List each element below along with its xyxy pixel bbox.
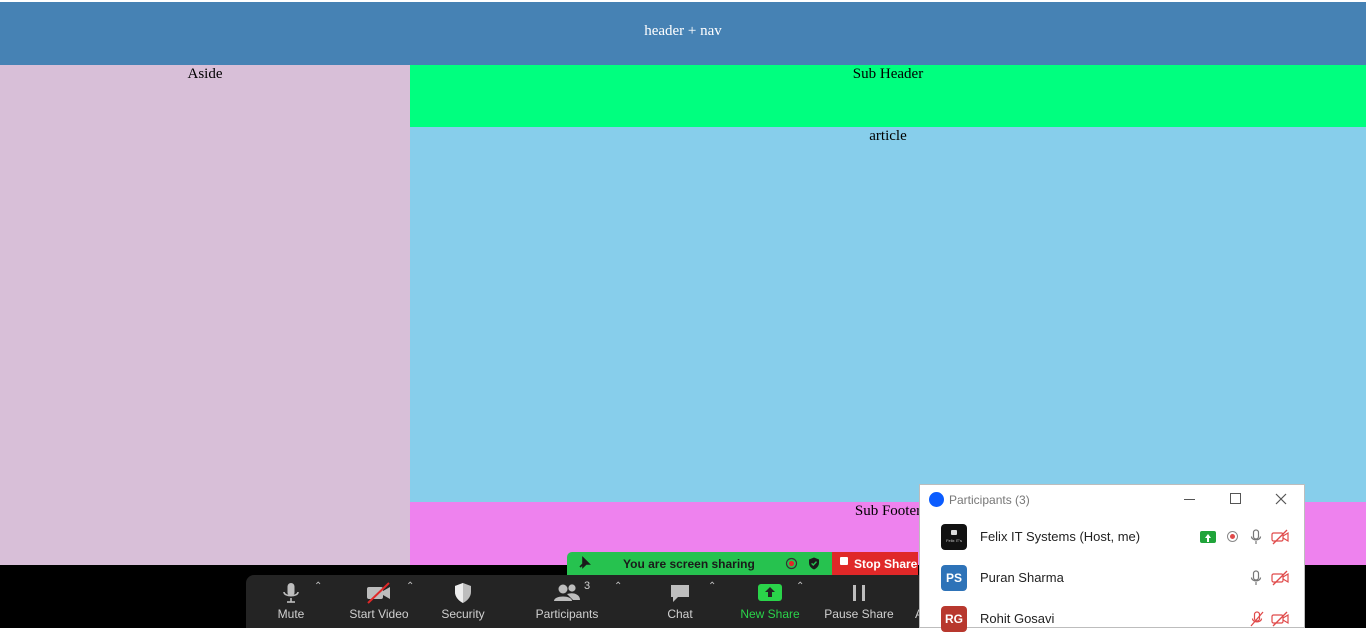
security-label: Security (441, 607, 485, 621)
new-share-button[interactable]: New Share (738, 575, 802, 628)
sharing-icon (1200, 531, 1216, 543)
felix-logo-icon (951, 530, 957, 535)
video-off-icon[interactable] (1271, 611, 1289, 632)
chevron-up-icon[interactable]: ⌃ (406, 581, 414, 592)
close-icon[interactable] (1275, 492, 1287, 510)
zoom-logo-icon (929, 492, 944, 507)
article: article (410, 127, 1366, 502)
avatar: PS (941, 565, 967, 591)
stop-share-label: Stop Share (854, 557, 918, 571)
record-icon[interactable] (785, 557, 798, 573)
video-off-icon (346, 581, 412, 605)
chat-icon (656, 581, 704, 605)
participant-name: Puran Sharma (980, 570, 1064, 585)
microphone-icon (266, 581, 316, 605)
chevron-up-icon[interactable]: ⌃ (314, 581, 322, 592)
chat-button[interactable]: Chat (656, 575, 704, 628)
pause-share-button[interactable]: Pause Share (824, 575, 894, 628)
participants-panel-title: Participants (3) (949, 493, 1030, 507)
mute-button[interactable]: Mute (266, 575, 316, 628)
share-up-icon (738, 581, 802, 605)
participant-row[interactable]: RG Rohit Gosavi (920, 599, 1304, 639)
avatar: RG (941, 606, 967, 632)
pin-icon[interactable] (577, 556, 591, 573)
aside: Aside (0, 65, 410, 565)
participant-name: Rohit Gosavi (980, 611, 1055, 626)
stop-share-button[interactable]: Stop Share (832, 552, 918, 575)
participants-button[interactable]: Participants (532, 575, 602, 628)
video-off-icon[interactable] (1271, 529, 1289, 550)
start-video-button[interactable]: Start Video (346, 575, 412, 628)
header-nav: header + nav (0, 2, 1366, 65)
participant-name: Felix IT Systems (Host, me) (980, 529, 1141, 544)
meeting-toolbar: Mute ⌃ Start Video ⌃ Security Participan… (246, 575, 926, 628)
participant-row[interactable]: PS Puran Sharma (920, 558, 1304, 598)
screen-sharing-banner[interactable]: You are screen sharing (567, 552, 832, 575)
chevron-up-icon[interactable]: ⌃ (614, 581, 622, 592)
participant-row[interactable]: Felix IT's Felix IT Systems (Host, me) (920, 517, 1304, 557)
stop-icon (840, 557, 848, 565)
participants-count: 3 (584, 580, 591, 592)
participants-icon (532, 581, 602, 605)
chevron-up-icon[interactable]: ⌃ (796, 581, 804, 592)
shield-icon (436, 581, 490, 605)
sub-header: Sub Header (410, 65, 1366, 127)
new-share-label: New Share (740, 607, 800, 621)
microphone-icon[interactable] (1250, 529, 1262, 550)
maximize-icon[interactable] (1230, 493, 1241, 504)
microphone-muted-icon[interactable] (1250, 611, 1264, 632)
participants-label: Participants (535, 607, 599, 621)
microphone-icon[interactable] (1250, 570, 1262, 591)
video-off-icon[interactable] (1271, 570, 1289, 591)
pause-share-label: Pause Share (824, 607, 894, 621)
chevron-up-icon[interactable]: ⌃ (708, 581, 716, 592)
avatar: Felix IT's (941, 524, 967, 550)
record-icon (1226, 530, 1239, 548)
pause-icon (824, 581, 894, 605)
start-video-label: Start Video (349, 607, 409, 621)
shield-icon[interactable] (808, 557, 820, 573)
screen-sharing-status: You are screen sharing (623, 557, 755, 571)
mute-label: Mute (277, 607, 305, 621)
minimize-icon[interactable] (1184, 499, 1195, 500)
chat-label: Chat (667, 607, 693, 621)
participants-panel: Participants (3) Felix IT's Felix IT Sys… (919, 484, 1305, 632)
security-button[interactable]: Security (436, 575, 490, 628)
